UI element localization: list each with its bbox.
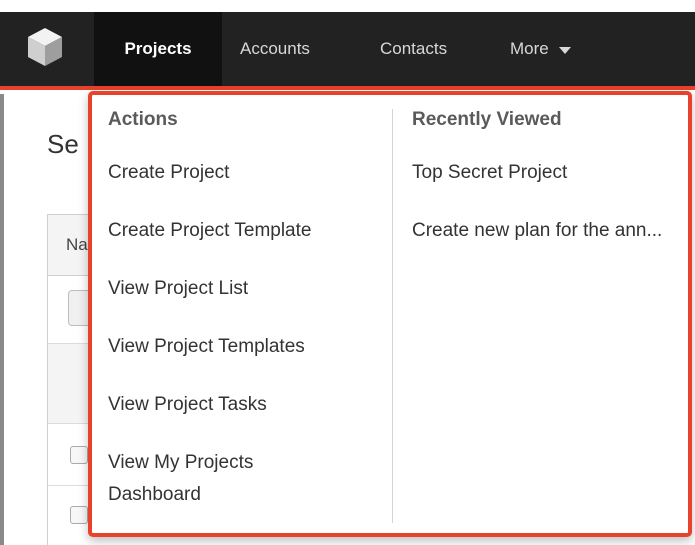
recently-viewed-heading: Recently Viewed [412,109,562,130]
nav-tab-label: Accounts [240,39,310,58]
caret-down-icon [558,46,571,54]
menu-item-view-my-projects-dashboard[interactable]: View My Projects Dashboard [108,447,328,511]
recent-item-create-new-plan[interactable]: Create new plan for the ann... [412,215,682,247]
menu-item-view-project-templates[interactable]: View Project Templates [108,331,305,363]
menu-item-view-project-tasks[interactable]: View Project Tasks [108,389,267,421]
row-checkbox[interactable] [70,446,88,464]
actions-heading: Actions [108,109,178,130]
cube-icon [25,26,65,73]
top-navbar: Projects Accounts Contacts More [0,12,695,90]
menu-item-create-project-template[interactable]: Create Project Template [108,215,311,247]
column-divider [392,109,393,523]
row-checkbox[interactable] [70,506,88,524]
menu-item-view-project-list[interactable]: View Project List [108,273,248,305]
nav-more-menu[interactable]: More [510,12,571,86]
nav-tab-label: More [510,39,549,58]
column-header-name[interactable]: Na [66,235,88,255]
nav-tab-contacts[interactable]: Contacts [380,12,447,86]
nav-tab-label: Projects [124,39,192,58]
recent-item-top-secret-project[interactable]: Top Secret Project [412,157,567,189]
home-logo[interactable] [0,12,90,86]
menu-item-create-project[interactable]: Create Project [108,157,229,189]
projects-dropdown-menu: Actions Create Project Create Project Te… [88,91,692,537]
nav-tab-label: Contacts [380,39,448,58]
page-title: Se [47,129,79,159]
nav-tab-projects[interactable]: Projects [94,12,222,86]
nav-tab-accounts[interactable]: Accounts [240,12,310,86]
